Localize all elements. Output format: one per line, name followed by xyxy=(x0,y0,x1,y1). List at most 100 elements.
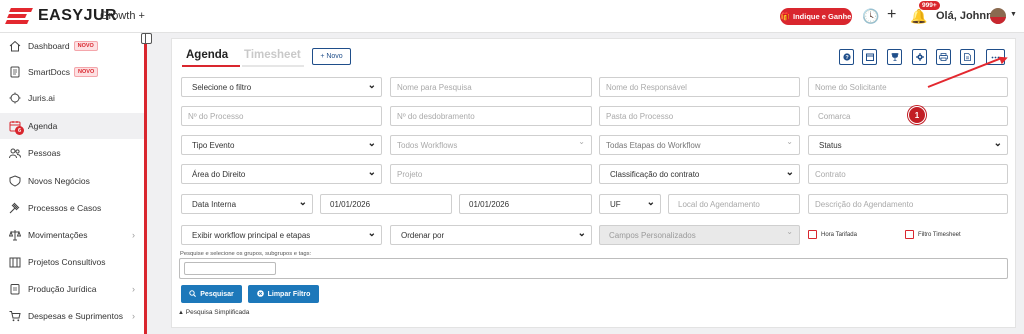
sidebar: Dashboard NOVO SmartDocs NOVO Juris.ai 6… xyxy=(0,33,145,334)
tab-agenda[interactable]: Agenda xyxy=(186,49,228,61)
sidebar-item-dashboard[interactable]: Dashboard NOVO xyxy=(0,33,145,59)
sidebar-item-producao[interactable]: Produção Jurídica › xyxy=(0,276,145,302)
tags-search-input[interactable] xyxy=(184,262,276,275)
notification-badge: 999+ xyxy=(919,1,940,10)
sidebar-item-label: Agenda xyxy=(28,121,58,131)
agenda-count-badge: 6 xyxy=(15,126,24,135)
ai-icon xyxy=(9,92,21,104)
sidebar-item-pessoas[interactable]: Pessoas xyxy=(0,140,145,166)
pesquisar-button[interactable]: Pesquisar xyxy=(181,285,242,303)
area-direito-select[interactable]: Área do Direito xyxy=(181,164,382,184)
checkbox-box[interactable] xyxy=(808,230,817,239)
data-tipo-select[interactable]: Data Interna xyxy=(181,194,313,214)
sidebar-item-projetos[interactable]: Projetos Consultivos xyxy=(0,249,145,275)
exibir-workflow-select[interactable]: Exibir workflow principal e etapas xyxy=(181,225,382,245)
chevron-right-icon: › xyxy=(132,284,135,294)
sidebar-item-label: Produção Jurídica xyxy=(28,284,97,294)
uf-select[interactable]: UF xyxy=(599,194,661,214)
sidebar-item-despesas[interactable]: Despesas e Suprimentos › xyxy=(0,303,145,329)
sidebar-item-label: Pessoas xyxy=(28,148,61,158)
limpar-label: Limpar Filtro xyxy=(267,290,311,298)
filter-select[interactable]: Selecione o filtro xyxy=(181,77,382,97)
active-tab-underline xyxy=(182,65,240,67)
clipboard-icon xyxy=(9,283,21,295)
clock-icon[interactable]: 🕓 xyxy=(862,8,879,25)
indique-ganhe-button[interactable]: 🎁 Indique e Ganhe xyxy=(780,8,852,25)
home-icon xyxy=(9,40,21,52)
sidebar-item-processos[interactable]: Processos e Casos xyxy=(0,195,145,221)
solicitante-input[interactable]: Nome do Solicitante xyxy=(808,77,1008,97)
filtro-timesheet-checkbox[interactable]: Filtro Timesheet xyxy=(905,230,961,239)
annotation-number-badge: 1 xyxy=(908,106,926,124)
cart-icon xyxy=(9,310,21,322)
logo-mark-icon xyxy=(5,7,33,25)
trophy-icon[interactable] xyxy=(887,49,902,65)
chevron-right-icon: › xyxy=(132,230,135,240)
new-badge: NOVO xyxy=(74,67,99,77)
local-input[interactable]: Local do Agendamento xyxy=(668,194,800,214)
plus-icon[interactable]: + xyxy=(887,6,896,24)
descricao-input[interactable]: Descrição do Agendamento xyxy=(808,194,1008,214)
pesquisar-label: Pesquisar xyxy=(200,290,234,298)
sidebar-item-label: SmartDocs xyxy=(28,67,71,77)
tags-hint: Pesquise e selecione os grupos, subgrupo… xyxy=(180,251,312,257)
sidebar-item-label: Dashboard xyxy=(28,41,70,51)
desdobramento-input[interactable]: Nº do desdobramento xyxy=(390,106,592,126)
sidebar-item-label: Juris.ai xyxy=(28,93,55,103)
contrato-input[interactable]: Contrato xyxy=(808,164,1008,184)
pesquisa-simplificada-link[interactable]: ▲ Pesquisa Simplificada xyxy=(178,309,249,316)
workflows-select[interactable]: Todos Workflows xyxy=(390,135,592,155)
gear-icon[interactable] xyxy=(912,49,927,65)
limpar-filtro-button[interactable]: Limpar Filtro xyxy=(248,285,319,303)
columns-icon xyxy=(9,256,21,268)
checkbox-label: Hora Tarifada xyxy=(821,231,857,238)
tab-timesheet[interactable]: Timesheet xyxy=(244,49,301,61)
tags-select[interactable] xyxy=(179,258,1008,279)
document-icon xyxy=(9,66,21,78)
sidebar-item-label: Projetos Consultivos xyxy=(28,257,106,267)
chevron-up-icon: ▲ xyxy=(178,310,184,316)
avatar[interactable] xyxy=(990,8,1006,24)
export-icon[interactable] xyxy=(960,49,975,65)
help-icon[interactable]: ? xyxy=(839,49,854,65)
processo-number-input[interactable]: Nº do Processo xyxy=(181,106,382,126)
simplificada-label: Pesquisa Simplificada xyxy=(185,309,250,316)
novo-button[interactable]: + Novo xyxy=(312,48,351,65)
new-badge: NOVO xyxy=(73,41,98,51)
chevron-down-icon[interactable]: ▼ xyxy=(1010,11,1017,18)
plan-label[interactable]: Growth + xyxy=(100,10,145,22)
print-icon[interactable] xyxy=(936,49,951,65)
sidebar-item-smartdocs[interactable]: SmartDocs NOVO xyxy=(0,59,145,85)
gavel-icon xyxy=(9,202,21,214)
status-select[interactable]: Status xyxy=(808,135,1008,155)
classificacao-select[interactable]: Classificação do contrato xyxy=(599,164,800,184)
hora-tarifada-checkbox[interactable]: Hora Tarifada xyxy=(808,230,857,239)
shield-icon xyxy=(9,175,21,187)
sidebar-accent-bar xyxy=(144,44,147,334)
chevron-right-icon: › xyxy=(132,311,135,321)
search-name-input[interactable]: Nome para Pesquisa xyxy=(390,77,592,97)
campos-personalizados-select: Campos Personalizados xyxy=(599,225,800,245)
scale-icon xyxy=(9,229,21,241)
etapas-workflow-select[interactable]: Todas Etapas do Workflow xyxy=(599,135,800,155)
indique-label: Indique e Ganhe xyxy=(793,12,852,21)
data-inicio-input[interactable]: 01/01/2026 xyxy=(320,194,452,214)
inactive-tab-underline xyxy=(242,65,304,67)
sidebar-item-agenda[interactable]: 6 Agenda xyxy=(0,113,145,139)
checkbox-label: Filtro Timesheet xyxy=(918,231,961,238)
sidebar-item-label: Novos Negócios xyxy=(28,176,90,186)
projeto-input[interactable]: Projeto xyxy=(390,164,592,184)
bell-icon[interactable]: 🔔 xyxy=(910,8,927,25)
sidebar-collapse-icon[interactable] xyxy=(141,33,152,44)
calendar-icon[interactable] xyxy=(862,49,877,65)
responsavel-input[interactable]: Nome do Responsável xyxy=(599,77,800,97)
clear-icon xyxy=(256,289,264,299)
pasta-input[interactable]: Pasta do Processo xyxy=(599,106,800,126)
sidebar-item-novos-negocios[interactable]: Novos Negócios xyxy=(0,168,145,194)
sidebar-item-juris-ai[interactable]: Juris.ai xyxy=(0,85,145,111)
checkbox-box[interactable] xyxy=(905,230,914,239)
ordenar-select[interactable]: Ordenar por xyxy=(390,225,592,245)
data-fim-input[interactable]: 01/01/2026 xyxy=(459,194,592,214)
sidebar-item-movimentacoes[interactable]: Movimentações › xyxy=(0,222,145,248)
tipo-evento-select[interactable]: Tipo Evento xyxy=(181,135,382,155)
